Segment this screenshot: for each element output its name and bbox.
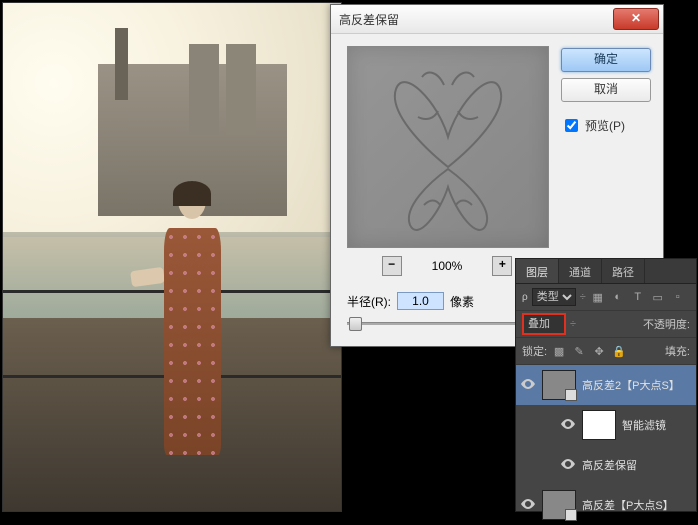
lock-brush-icon[interactable]: ✎ xyxy=(571,343,587,359)
zoom-level: 100% xyxy=(432,259,463,273)
canvas-photo xyxy=(2,2,342,512)
filter-text-icon[interactable]: T xyxy=(630,289,646,305)
preview-checkbox-label: 预览(P) xyxy=(585,117,625,134)
layer-row[interactable]: 智能滤镜 xyxy=(516,405,696,445)
photo-figure xyxy=(145,181,240,496)
lock-move-icon[interactable]: ✥ xyxy=(591,343,607,359)
layer-name[interactable]: 高反差【P大点S】 xyxy=(582,497,692,513)
layers-panel: 图层 通道 路径 ρ 类型 ÷ ▦ ◐ T ▭ ▫ 叠加 ÷ 不透明度: 锁定:… xyxy=(515,258,697,512)
cancel-button[interactable]: 取消 xyxy=(561,78,651,102)
visibility-icon[interactable] xyxy=(520,499,536,512)
tab-channels[interactable]: 通道 xyxy=(559,259,602,283)
preview-checkbox[interactable] xyxy=(565,119,578,132)
photo-tower xyxy=(226,44,256,135)
layer-name[interactable]: 高反差2【P大点S】 xyxy=(582,377,692,393)
tab-paths[interactable]: 路径 xyxy=(602,259,645,283)
visibility-icon[interactable] xyxy=(520,379,536,392)
radius-input[interactable] xyxy=(397,292,444,310)
layer-row[interactable]: 高反差【P大点S】 xyxy=(516,485,696,525)
layer-row[interactable]: 高反差2【P大点S】 xyxy=(516,365,696,405)
filter-preview[interactable] xyxy=(347,46,549,248)
filter-kind-select[interactable]: 类型 xyxy=(532,288,576,306)
ok-button[interactable]: 确定 xyxy=(561,48,651,72)
preview-checkbox-row[interactable]: 预览(P) xyxy=(561,116,651,135)
lock-all-icon[interactable]: 🔒 xyxy=(611,343,627,359)
tab-layers[interactable]: 图层 xyxy=(516,259,559,283)
dialog-title: 高反差保留 xyxy=(335,11,613,28)
filter-image-icon[interactable]: ▦ xyxy=(590,289,606,305)
zoom-in-button[interactable]: + xyxy=(492,256,512,276)
radius-label: 半径(R): xyxy=(347,293,391,310)
filter-adjust-icon[interactable]: ◐ xyxy=(610,289,626,305)
lock-label: 锁定: xyxy=(522,343,547,359)
opacity-label: 不透明度: xyxy=(643,316,690,332)
layer-row[interactable]: 高反差保留 xyxy=(516,445,696,485)
radius-unit: 像素 xyxy=(450,293,474,310)
photo-spire xyxy=(115,28,129,99)
dialog-titlebar[interactable]: 高反差保留 ✕ xyxy=(331,5,663,34)
visibility-icon[interactable] xyxy=(560,459,576,472)
photo-tower xyxy=(189,44,219,135)
layer-thumbnail[interactable] xyxy=(582,410,616,440)
layer-name[interactable]: 高反差保留 xyxy=(582,457,692,473)
layer-name[interactable]: 智能滤镜 xyxy=(622,417,692,433)
blend-mode-select[interactable]: 叠加 xyxy=(522,313,566,335)
zoom-out-button[interactable]: − xyxy=(382,256,402,276)
lock-pixels-icon[interactable]: ▩ xyxy=(551,343,567,359)
filter-smart-icon[interactable]: ▫ xyxy=(670,289,686,305)
filter-shape-icon[interactable]: ▭ xyxy=(650,289,666,305)
layer-thumbnail[interactable] xyxy=(542,490,576,520)
visibility-icon[interactable] xyxy=(560,419,576,432)
fill-label: 填充: xyxy=(665,343,690,359)
close-icon[interactable]: ✕ xyxy=(613,8,659,30)
layer-thumbnail[interactable] xyxy=(542,370,576,400)
